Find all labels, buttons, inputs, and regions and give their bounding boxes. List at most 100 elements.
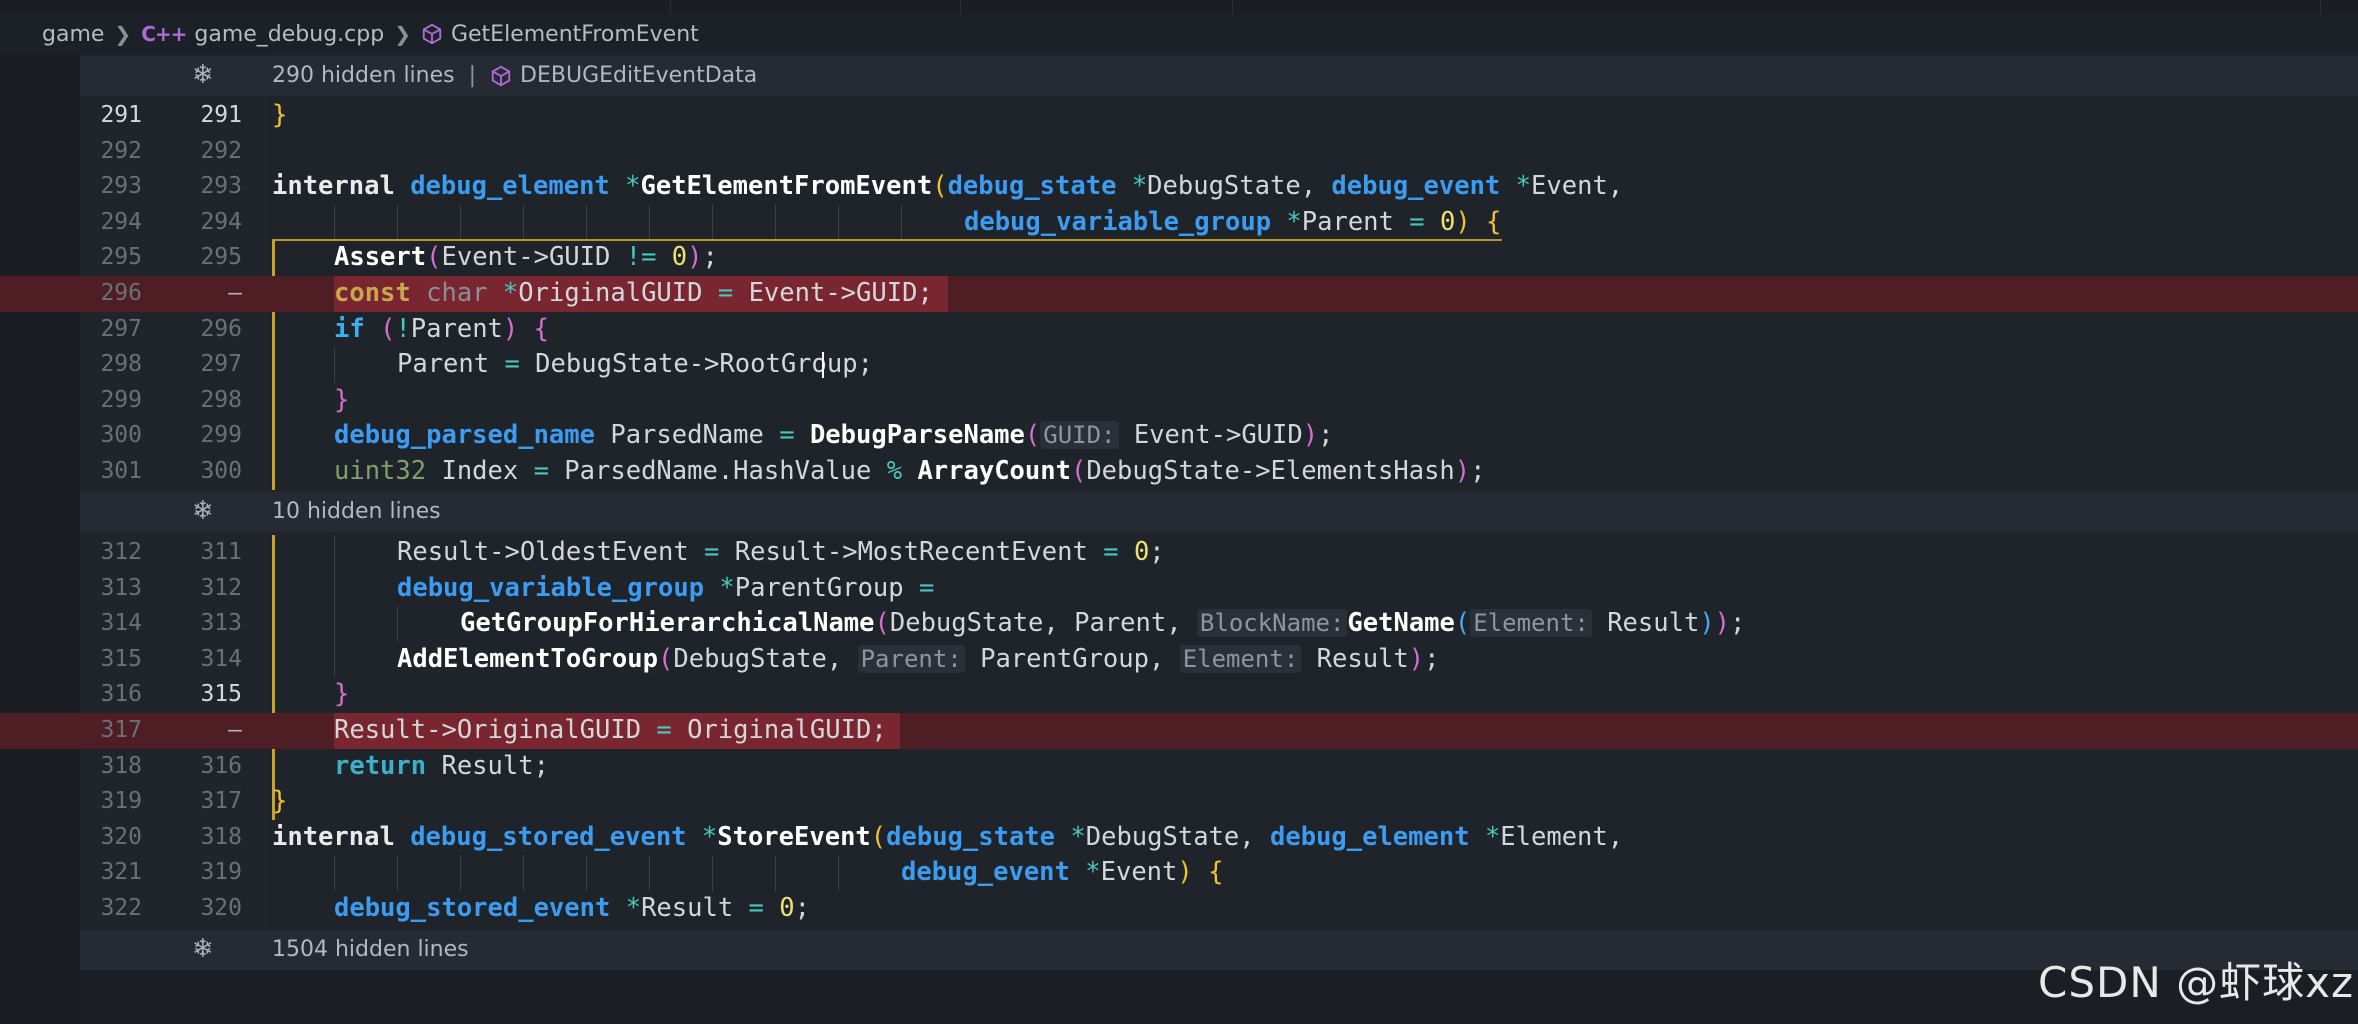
code-text: } (334, 384, 350, 415)
line-number-new: 298 (200, 386, 242, 413)
unfold-icon[interactable]: ❄ (192, 60, 214, 90)
line-number-new: 319 (200, 859, 242, 886)
line-number-new: 292 (200, 137, 242, 164)
code-text: internal debug_stored_event *StoreEvent(… (272, 821, 1624, 852)
line-number-new: 311 (200, 539, 242, 565)
line-number-new: 317 (200, 788, 242, 815)
code-text: Result->OriginalGUID = OriginalGUID; (334, 715, 887, 745)
code-line: 321 319 debug_event *Event) { (0, 855, 2358, 891)
line-number-new: 291 (200, 102, 242, 128)
line-number-new: — (228, 717, 242, 743)
line-number-new: 316 (200, 752, 242, 779)
tab-divider (1232, 0, 1233, 14)
watermark: CSDN @虾球xz (2038, 958, 2354, 1007)
hidden-lines-label: 10 hidden lines (272, 499, 441, 524)
code-line: 295 295 Assert(Event->GUID != 0); (0, 240, 2358, 276)
code-line: 292 292 (0, 134, 2358, 170)
code-text: } (272, 786, 288, 817)
code-text: Result->OldestEvent = Result->MostRecent… (397, 537, 1165, 567)
line-number-old: 322 (100, 895, 142, 921)
code-text: } (334, 679, 350, 710)
editor-empty-area (80, 970, 2358, 1024)
code-text: GetGroupForHierarchicalName(DebugState, … (460, 608, 1746, 639)
breadcrumb-folder[interactable]: game (42, 22, 104, 47)
code-line: 300 299 debug_parsed_name ParsedName = D… (0, 418, 2358, 454)
code-text: if (!Parent) { (334, 313, 549, 344)
code-line-deleted: 296 — const char *OriginalGUID = Event->… (0, 276, 2358, 312)
code-line: 316 315 } (0, 677, 2358, 713)
code-line: 322 320 debug_stored_event *Result = 0; (0, 891, 2358, 927)
code-line: 318 316 return Result; (0, 748, 2358, 785)
line-number-old: 291 (100, 102, 142, 128)
line-number-old: 317 (100, 717, 142, 743)
line-number-old: 293 (100, 173, 142, 200)
line-number-new: 318 (200, 823, 242, 850)
line-number-new: 293 (200, 173, 242, 200)
line-number-old: 321 (100, 859, 142, 886)
line-number-new: 299 (200, 422, 242, 449)
code-text: AddElementToGroup(DebugState, Parent: Pa… (397, 643, 1440, 674)
code-line: 314 313 GetGroupForHierarchicalName(Debu… (0, 606, 2358, 642)
code-line: 320 318 internal debug_stored_event *Sto… (0, 820, 2358, 856)
top-strip (0, 0, 2358, 14)
line-number-old: 299 (100, 386, 142, 413)
line-number-old: 314 (100, 610, 142, 637)
code-text: debug_event *Event) { (901, 857, 1224, 888)
fold-hidden-lines-middle[interactable]: ❄ 10 hidden lines (80, 492, 2358, 532)
code-text: debug_parsed_name ParsedName = DebugPars… (334, 420, 1334, 451)
line-number-new: 315 (200, 681, 242, 708)
breadcrumb: game ❯ C++ game_debug.cpp ❯ GetElementFr… (0, 14, 2358, 54)
code-line: 297 296 if (!Parent) { (0, 311, 2358, 348)
line-number-new: 313 (200, 610, 242, 637)
unfold-icon[interactable]: ❄ (192, 496, 214, 526)
code-text: } (272, 100, 288, 130)
line-number-new: 300 (200, 458, 242, 484)
code-line: 293 293 internal debug_element *GetEleme… (0, 169, 2358, 205)
line-number-new: 312 (200, 574, 242, 601)
code-text: debug_stored_event *Result = 0; (334, 893, 810, 923)
inlay-hint: BlockName: (1196, 609, 1348, 638)
method-cube-icon (422, 23, 442, 45)
line-number-old: 297 (100, 315, 142, 342)
line-number-old: 320 (100, 823, 142, 850)
inlay-hint: Element: (1179, 644, 1302, 673)
line-number-old: 319 (100, 788, 142, 815)
code-line: 319 317 } (0, 784, 2358, 820)
line-number-old: 318 (100, 752, 142, 779)
tab-divider (670, 0, 671, 14)
inlay-hint: GUID: (1040, 421, 1119, 450)
line-number-old: 315 (100, 645, 142, 672)
code-line: 312 311 Result->OldestEvent = Result->Mo… (0, 535, 2358, 571)
line-number-old: 295 (100, 244, 142, 271)
line-number-new: 295 (200, 244, 242, 271)
code-text: debug_variable_group *Parent = 0) { (964, 206, 1502, 237)
struct-cube-icon (491, 65, 511, 87)
line-number-old: 296 (100, 280, 142, 306)
hidden-lines-label: 290 hidden lines (272, 63, 455, 88)
breadcrumb-file[interactable]: game_debug.cpp (194, 22, 384, 47)
line-number-new: 296 (200, 315, 242, 342)
chevron-right-icon: ❯ (394, 22, 411, 46)
fold-hidden-lines-bottom[interactable]: ❄ 1504 hidden lines (80, 930, 2358, 970)
code-line: 298 297 Parent = DebugState->RootGroup; (0, 347, 2358, 383)
line-number-new: 314 (200, 645, 242, 672)
breadcrumb-symbol[interactable]: GetElementFromEvent (451, 22, 699, 47)
code-text: return Result; (334, 750, 549, 781)
line-number-old: 300 (100, 422, 142, 449)
fold-separator: | (468, 63, 477, 88)
line-number-new: 294 (200, 208, 242, 235)
code-text: internal debug_element *GetElementFromEv… (272, 171, 1624, 202)
line-number-new: 297 (200, 351, 242, 378)
code-text: Parent = DebugState->RootGroup; (397, 349, 873, 380)
unfold-icon[interactable]: ❄ (192, 934, 214, 964)
code-line: 291 291 } (0, 98, 2358, 134)
code-text: debug_variable_group *ParentGroup = (397, 572, 935, 603)
line-number-old: 298 (100, 351, 142, 378)
line-number-new: 320 (200, 895, 242, 921)
line-number-old: 294 (100, 208, 142, 235)
code-line: 301 300 uint32 Index = ParsedName.HashVa… (0, 454, 2358, 490)
inlay-hint: Element: (1470, 609, 1592, 638)
tab-divider (2320, 0, 2321, 14)
text-cursor (822, 352, 824, 379)
fold-hidden-lines-top[interactable]: ❄ 290 hidden lines | DEBUGEditEventData (80, 56, 2358, 96)
